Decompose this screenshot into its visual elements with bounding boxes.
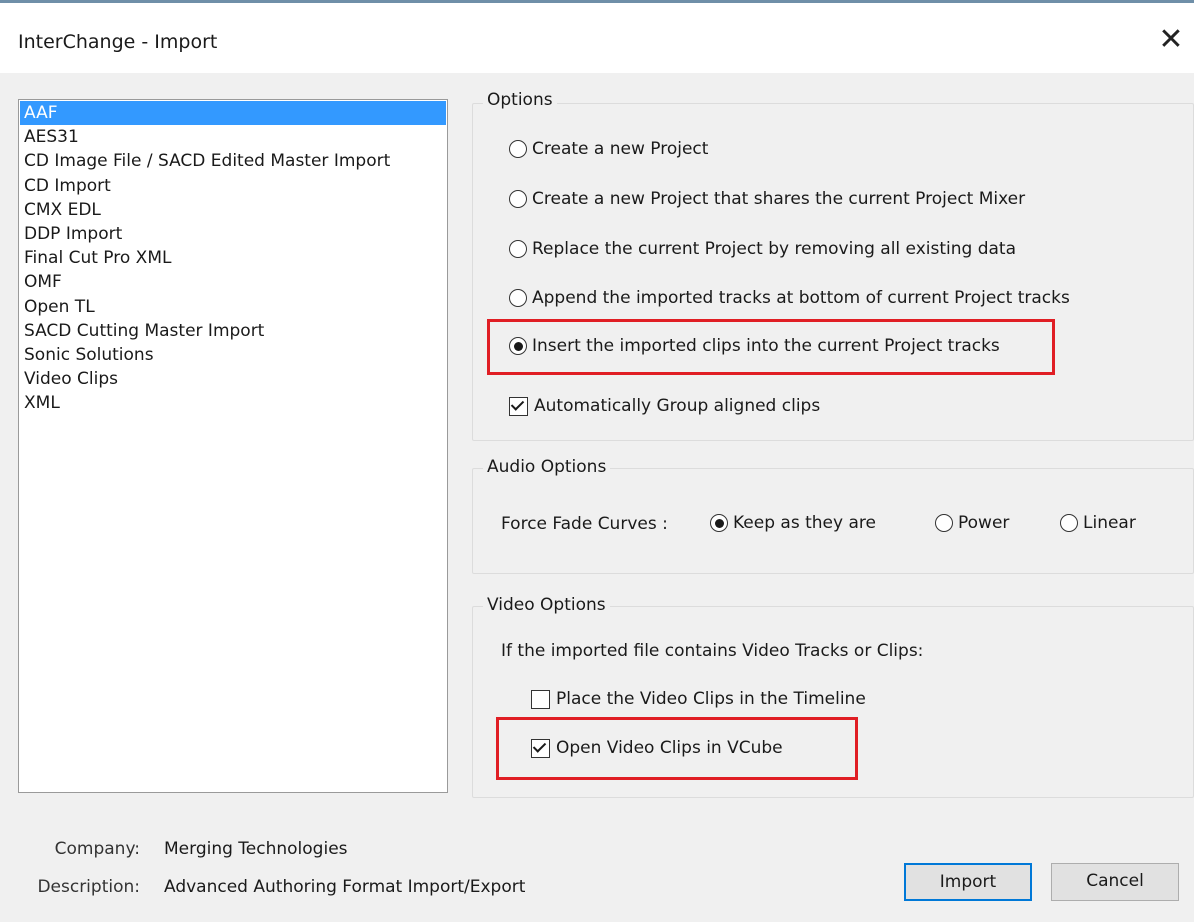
radio-button[interactable] bbox=[710, 514, 728, 532]
format-item-cmx-edl[interactable]: CMX EDL bbox=[20, 198, 446, 222]
format-item-open-tl[interactable]: Open TL bbox=[20, 295, 446, 319]
description-label: Description: bbox=[37, 877, 140, 897]
checkbox[interactable] bbox=[531, 689, 550, 709]
radio-label: Power bbox=[958, 513, 1010, 533]
import-button[interactable]: Import bbox=[904, 863, 1032, 901]
checkbox-label: Automatically Group aligned clips bbox=[534, 396, 821, 416]
video-options-group-label: Video Options bbox=[483, 595, 610, 615]
radio-label: Linear bbox=[1083, 513, 1136, 533]
format-item-ddp-import[interactable]: DDP Import bbox=[20, 222, 446, 246]
format-item-cd-image-file[interactable]: CD Image File / SACD Edited Master Impor… bbox=[20, 149, 446, 173]
radio-label: Insert the imported clips into the curre… bbox=[532, 336, 1000, 356]
checkbox-group-aligned-clips[interactable]: Automatically Group aligned clips bbox=[509, 396, 820, 416]
audio-options-group-label: Audio Options bbox=[483, 457, 611, 477]
radio-button[interactable] bbox=[509, 140, 527, 158]
cancel-button[interactable]: Cancel bbox=[1051, 863, 1179, 901]
radio-create-shared-mixer-project[interactable]: Create a new Project that shares the cur… bbox=[509, 189, 1025, 209]
radio-button[interactable] bbox=[509, 289, 527, 307]
checkbox-label: Open Video Clips in VCube bbox=[556, 738, 783, 758]
title-bar: InterChange - Import ✕ bbox=[0, 3, 1194, 73]
format-item-aes31[interactable]: AES31 bbox=[20, 125, 446, 149]
radio-label: Replace the current Project by removing … bbox=[532, 239, 1017, 259]
options-group-label: Options bbox=[483, 90, 557, 110]
radio-insert-clips[interactable]: Insert the imported clips into the curre… bbox=[509, 336, 1000, 356]
radio-fade-power[interactable]: Power bbox=[935, 513, 1009, 533]
radio-fade-linear[interactable]: Linear bbox=[1060, 513, 1136, 533]
checkbox-open-in-vcube[interactable]: Open Video Clips in VCube bbox=[531, 738, 783, 758]
format-item-aaf[interactable]: AAF bbox=[20, 101, 446, 126]
radio-button[interactable] bbox=[509, 190, 527, 208]
checkbox[interactable] bbox=[531, 738, 550, 758]
radio-label: Create a new Project that shares the cur… bbox=[532, 189, 1026, 209]
format-list[interactable]: AAF AES31 CD Image File / SACD Edited Ma… bbox=[18, 99, 448, 793]
radio-append-tracks[interactable]: Append the imported tracks at bottom of … bbox=[509, 288, 1070, 308]
close-icon[interactable]: ✕ bbox=[1148, 17, 1194, 63]
radio-button[interactable] bbox=[935, 514, 953, 532]
radio-button[interactable] bbox=[1060, 514, 1078, 532]
checkbox-place-video-in-timeline[interactable]: Place the Video Clips in the Timeline bbox=[531, 689, 866, 709]
radio-replace-current-project[interactable]: Replace the current Project by removing … bbox=[509, 239, 1016, 259]
description-value: Advanced Authoring Format Import/Export bbox=[164, 877, 526, 897]
radio-create-new-project[interactable]: Create a new Project bbox=[509, 139, 708, 159]
format-item-xml[interactable]: XML bbox=[20, 391, 446, 415]
radio-fade-keep[interactable]: Keep as they are bbox=[710, 513, 876, 533]
import-dialog: InterChange - Import ✕ AAF AES31 CD Imag… bbox=[0, 0, 1194, 922]
window-title: InterChange - Import bbox=[18, 31, 218, 53]
format-item-cd-import[interactable]: CD Import bbox=[20, 174, 446, 198]
format-item-omf[interactable]: OMF bbox=[20, 270, 446, 294]
format-item-sonic-solutions[interactable]: Sonic Solutions bbox=[20, 343, 446, 367]
company-value: Merging Technologies bbox=[164, 839, 348, 859]
checkbox-label: Place the Video Clips in the Timeline bbox=[556, 689, 866, 709]
radio-button[interactable] bbox=[509, 240, 527, 258]
format-item-video-clips[interactable]: Video Clips bbox=[20, 367, 446, 391]
radio-button[interactable] bbox=[509, 337, 527, 355]
radio-label: Append the imported tracks at bottom of … bbox=[532, 288, 1070, 308]
radio-label: Keep as they are bbox=[733, 513, 876, 533]
format-item-final-cut-pro-xml[interactable]: Final Cut Pro XML bbox=[20, 246, 446, 270]
radio-label: Create a new Project bbox=[532, 139, 709, 159]
checkbox[interactable] bbox=[509, 396, 528, 416]
video-options-intro: If the imported file contains Video Trac… bbox=[501, 641, 924, 661]
company-label: Company: bbox=[54, 839, 140, 859]
format-item-sacd-cutting-master[interactable]: SACD Cutting Master Import bbox=[20, 319, 446, 343]
force-fade-curves-label: Force Fade Curves : bbox=[501, 514, 668, 534]
